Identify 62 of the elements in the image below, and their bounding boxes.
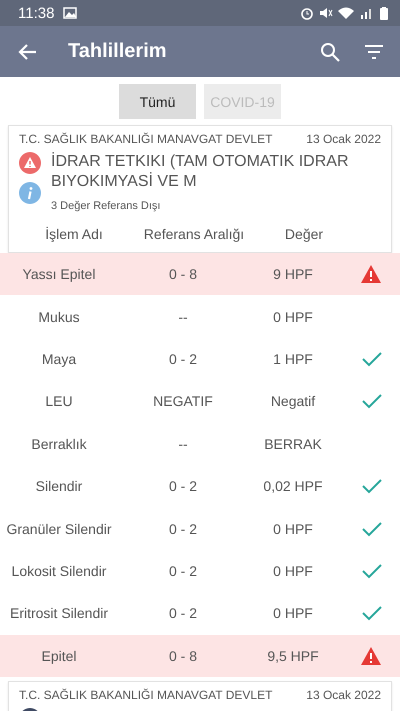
image-icon	[63, 7, 78, 19]
reference-range: --	[177, 436, 189, 452]
warning-icon	[19, 152, 41, 174]
out-of-range-count: 3 Değer Referans Dışı	[51, 200, 162, 212]
test-name: Granüler Silendir	[5, 520, 113, 537]
column-header: Değer	[284, 226, 324, 242]
institution-name: T.C. SAĞLIK BAKANLIĞI MANAVGAT DEVLET	[19, 688, 272, 702]
wifi-icon	[338, 7, 354, 19]
test-title: İDRAR TETKIKI (TAM OTOMATIK IDRAR BIYOKIMYASİ VE M	[51, 152, 350, 192]
warning-icon	[360, 646, 382, 666]
clock: 11:38	[18, 4, 54, 22]
check-icon	[362, 350, 382, 367]
result-date: 13 Ocak 2022	[306, 132, 381, 146]
test-name: Silendir	[34, 478, 84, 494]
test-name: Mukus	[37, 308, 81, 325]
reference-range: 0 - 2	[168, 350, 198, 367]
result-value: 0 HPF	[272, 605, 314, 622]
warning-icon	[360, 264, 382, 284]
result-value: 0 HPF	[272, 308, 314, 325]
reference-range: 0 - 8	[168, 266, 198, 282]
page-title: Tahlillerim	[68, 40, 167, 63]
reference-range: 0 - 2	[168, 605, 198, 622]
column-header: İşlem Adı	[44, 226, 104, 242]
reference-range: 0 - 2	[168, 478, 198, 494]
check-icon	[362, 393, 382, 410]
result-value: Negatif	[270, 393, 316, 410]
result-value: 9,5 HPF	[266, 648, 320, 664]
result-value: 9 HPF	[272, 266, 314, 282]
result-card[interactable]: T.C. SAĞLIK BAKANLIĞI MANAVGAT DEVLET 13 Ocak 2022 İDRAR TETKIKI (TAM OTOMATIK IDRAR BIYOKIMYASİ VE M 3 Değer Referans Dışı İşlem Adı Referans Aralığı Değer	[8, 125, 392, 253]
filter-tab[interactable]: Tümü	[119, 84, 196, 119]
search-icon[interactable]	[320, 42, 340, 62]
battery-icon	[380, 6, 388, 20]
test-name: Maya	[40, 350, 78, 367]
info-icon	[19, 182, 41, 204]
reference-range: 0 - 2	[168, 562, 198, 579]
result-value: 1 HPF	[272, 350, 314, 367]
result-card[interactable]: T.C. SAĞLIK BAKANLIĞI MANAVGAT DEVLET 13 Ocak 2022	[8, 680, 392, 711]
check-icon	[362, 605, 382, 622]
result-value: BERRAK	[263, 436, 323, 452]
reference-range: 0 - 8	[168, 648, 198, 664]
check-icon	[362, 520, 382, 537]
result-value: 0 HPF	[272, 520, 314, 537]
result-value: 0,02 HPF	[262, 478, 324, 494]
result-value: 0 HPF	[272, 562, 314, 579]
result-date: 13 Ocak 2022	[306, 688, 381, 702]
institution-name: T.C. SAĞLIK BAKANLIĞI MANAVGAT DEVLET	[19, 132, 272, 146]
test-name: Lokosit Silendir	[10, 562, 108, 579]
test-name: Yassı Epitel	[22, 266, 96, 282]
test-name: Epitel	[40, 648, 78, 664]
reference-range: --	[177, 308, 189, 325]
reference-range: NEGATIF	[152, 393, 214, 410]
check-icon	[362, 478, 382, 494]
filter-icon[interactable]	[364, 44, 384, 60]
column-header: Referans Aralığı	[142, 226, 246, 242]
test-name: Eritrosit Silendir	[8, 605, 110, 622]
test-name: LEU	[44, 393, 74, 410]
check-icon	[362, 562, 382, 579]
alarm-icon	[300, 6, 314, 20]
test-name: Berraklık	[30, 436, 88, 452]
mute-icon	[319, 7, 333, 19]
reference-range: 0 - 2	[168, 520, 198, 537]
back-icon[interactable]	[18, 42, 38, 62]
